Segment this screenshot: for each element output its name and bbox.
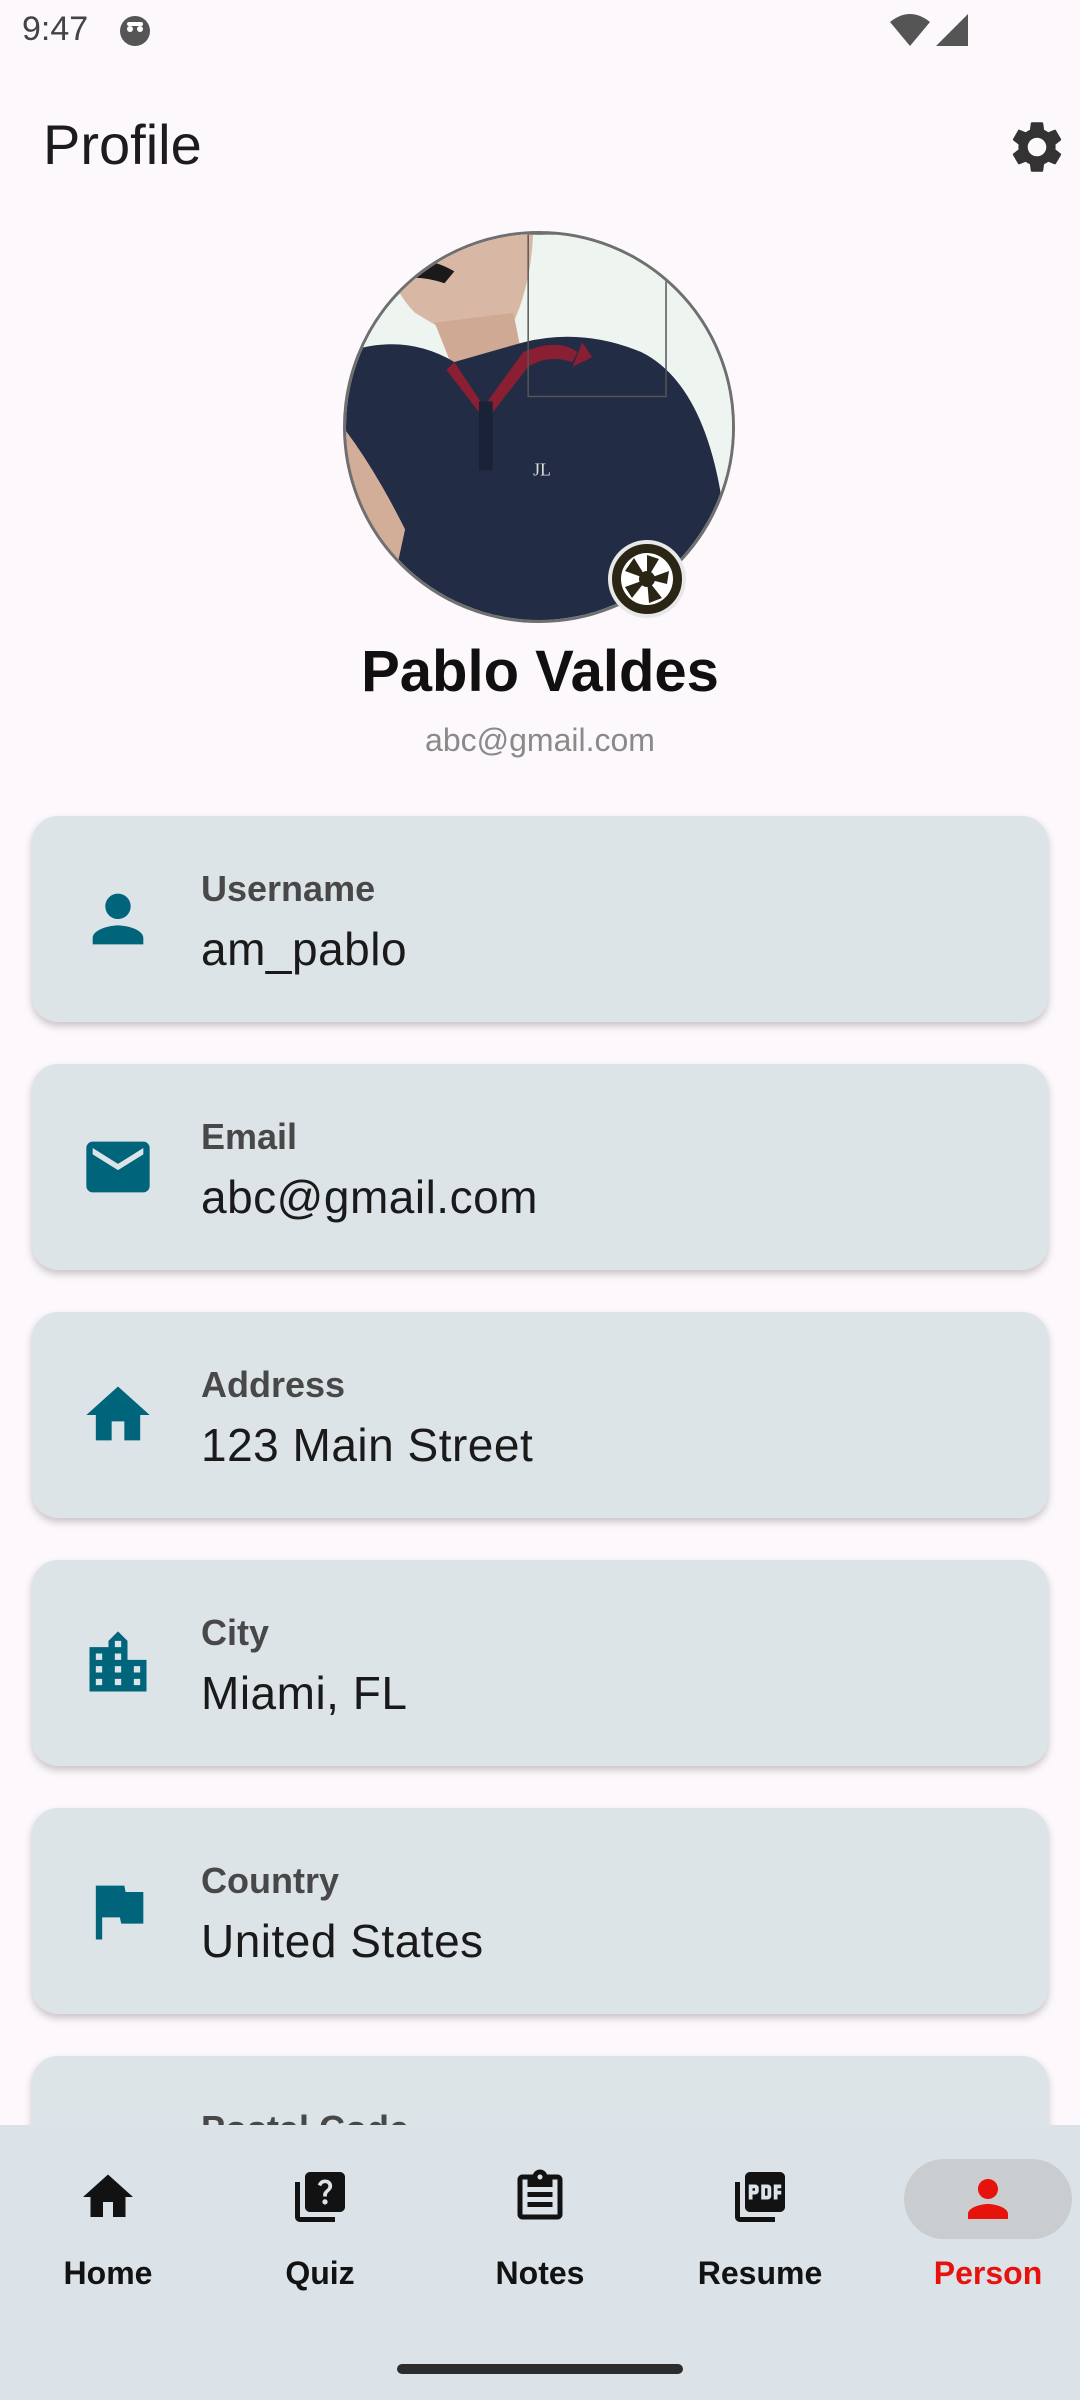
notes-icon bbox=[517, 2169, 563, 2220]
username-value: am_pablo bbox=[201, 923, 408, 975]
username-card[interactable]: Username am_pablo bbox=[32, 816, 1048, 1022]
profile-email: abc@gmail.com bbox=[425, 722, 655, 758]
city-icon bbox=[89, 1631, 147, 1692]
pdf-icon bbox=[735, 2172, 785, 2222]
nav-quiz-label: Quiz bbox=[285, 2255, 355, 2291]
email-value: abc@gmail.com bbox=[201, 1171, 538, 1223]
wifi-icon bbox=[890, 14, 930, 46]
country-label: Country bbox=[201, 1860, 339, 1901]
home-indicator[interactable] bbox=[397, 2364, 683, 2374]
nav-home-label: Home bbox=[63, 2255, 153, 2291]
nav-person-label: Person bbox=[933, 2255, 1043, 2291]
username-label: Username bbox=[201, 868, 376, 909]
camera-aperture-icon bbox=[621, 553, 673, 605]
nav-quiz[interactable]: Quiz bbox=[212, 2125, 428, 2325]
signal-icon bbox=[936, 14, 968, 46]
person-icon bbox=[968, 2179, 1008, 2219]
profile-name: Pablo Valdes bbox=[361, 639, 719, 704]
change-photo-button[interactable] bbox=[608, 540, 686, 618]
email-label: Email bbox=[201, 1116, 298, 1157]
address-label: Address bbox=[201, 1364, 346, 1405]
nav-resume[interactable]: Resume bbox=[652, 2125, 868, 2325]
status-bar: 9:47 bbox=[0, 0, 1080, 64]
gear-icon bbox=[1012, 122, 1062, 172]
email-card[interactable]: Email abc@gmail.com bbox=[32, 1064, 1048, 1270]
nav-notes-label: Notes bbox=[495, 2255, 585, 2291]
city-card[interactable]: City Miami, FL bbox=[32, 1560, 1048, 1766]
bottom-navigation: Home Quiz Notes Resume Person bbox=[0, 2125, 1080, 2400]
address-value: 123 Main Street bbox=[201, 1419, 534, 1471]
city-value: Miami, FL bbox=[201, 1667, 408, 1719]
person-icon bbox=[92, 893, 144, 945]
settings-button[interactable] bbox=[1006, 116, 1068, 178]
home-icon bbox=[83, 2174, 133, 2217]
quiz-icon bbox=[295, 2172, 345, 2222]
nav-notes[interactable]: Notes bbox=[432, 2125, 648, 2325]
status-time: 9:47 bbox=[22, 10, 89, 48]
city-label: City bbox=[201, 1612, 270, 1653]
flag-icon bbox=[95, 1885, 144, 1940]
page-title: Profile bbox=[43, 113, 202, 176]
mail-icon bbox=[86, 1141, 150, 1193]
nav-person[interactable]: Person bbox=[864, 2125, 1080, 2325]
home-icon bbox=[86, 1386, 150, 1441]
app-notification-icon bbox=[120, 16, 150, 46]
nav-home[interactable]: Home bbox=[0, 2125, 216, 2325]
address-card[interactable]: Address 123 Main Street bbox=[32, 1312, 1048, 1518]
svg-text:JL: JL bbox=[533, 459, 551, 479]
country-card[interactable]: Country United States bbox=[32, 1808, 1048, 2014]
nav-resume-label: Resume bbox=[697, 2255, 823, 2291]
country-value: United States bbox=[201, 1915, 484, 1967]
